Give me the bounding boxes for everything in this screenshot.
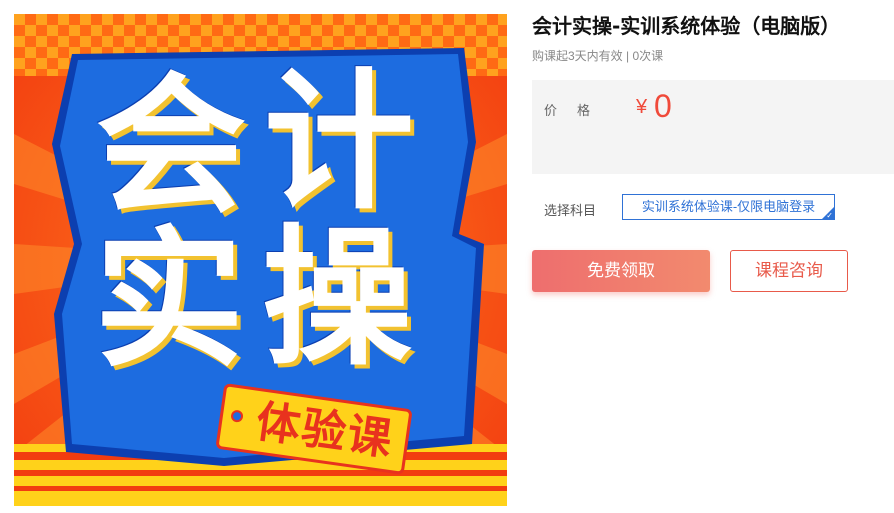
course-consult-button[interactable]: 课程咨询 — [730, 250, 848, 292]
price-label: 价格 — [544, 103, 611, 118]
cover-char-1: 会 — [96, 60, 247, 234]
subject-label: 选择科目 — [544, 203, 597, 218]
free-claim-button[interactable]: 免费领取 — [532, 250, 710, 292]
subject-option-label: 实训系统体验课-仅限电脑登录 — [641, 199, 816, 214]
check-icon: ✓ — [826, 211, 833, 220]
tag-hole-icon — [230, 409, 244, 423]
cover-char-2: 计 — [264, 56, 415, 230]
cover-char-4: 操 — [262, 212, 413, 386]
course-title: 会计实操-实训系统体验（电脑版） — [532, 14, 841, 38]
price-value: 0 — [654, 88, 672, 124]
price-box: 价格 ¥ 0 — [532, 80, 894, 174]
course-meta: 购课起3天内有效 | 0次课 — [532, 49, 664, 63]
subject-option-selected[interactable]: 实训系统体验课-仅限电脑登录 ✓ — [622, 194, 835, 220]
currency-symbol: ¥ — [636, 96, 648, 118]
course-cover-image: 会 计 实 操 体验课 — [14, 14, 507, 506]
cover-char-3: 实 — [94, 214, 245, 388]
